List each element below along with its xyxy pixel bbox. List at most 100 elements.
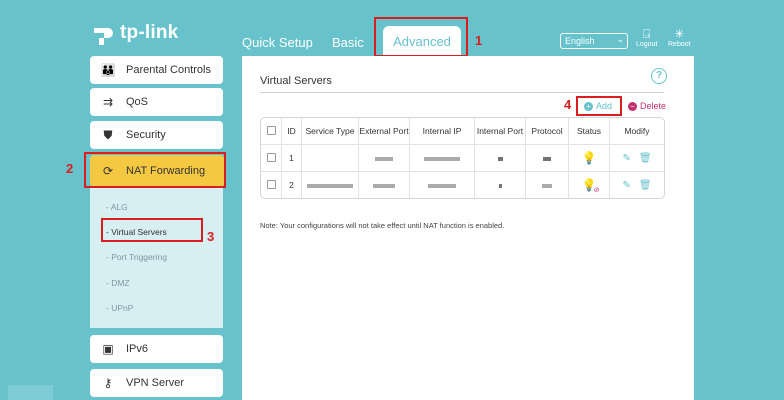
bulb-off-icon[interactable]: 💡 ⊘ [582, 178, 600, 194]
page-title: Virtual Servers [260, 75, 332, 87]
language-select[interactable]: English ⌄ [560, 33, 628, 49]
language-value: English [565, 36, 595, 46]
row-id: 1 [282, 145, 302, 172]
row-checkbox-cell [261, 172, 282, 198]
brand-name: tp-link [120, 22, 179, 43]
row-internal-ip [410, 145, 475, 172]
shield-icon: ⛊ [103, 127, 113, 142]
row-internal-port [475, 172, 526, 198]
redacted-value [375, 156, 393, 161]
sidebar-item-label: Security [126, 129, 166, 141]
highlight-virtual-servers [101, 218, 203, 242]
sidebar-item-label: Parental Controls [126, 64, 211, 76]
trash-icon[interactable]: 🗑 [639, 180, 652, 191]
redacted-value [428, 183, 456, 188]
redacted-value [498, 183, 502, 188]
virtual-servers-table: ID Service Type External Port Internal I… [260, 117, 665, 199]
parental-controls-icon: 👪 [100, 63, 116, 77]
logout-icon: ⍈ [643, 27, 651, 41]
row-id: 2 [282, 172, 302, 198]
row-status: 💡 ⊘ [569, 172, 610, 198]
disabled-icon: ⊘ [593, 187, 600, 194]
sidebar-item-label: VPN Server [126, 377, 185, 389]
subitem-upnp[interactable]: - UPnP [106, 303, 133, 313]
tp-link-logo-icon [90, 20, 116, 46]
table-row: 1 💡 ✎ 🗑 [261, 145, 664, 172]
subitem-alg[interactable]: - ALG [106, 202, 128, 212]
redacted-value [307, 183, 353, 188]
redacted-value [424, 156, 460, 161]
row-external-port [359, 145, 410, 172]
row-external-port [359, 172, 410, 198]
sidebar-item-ipv6[interactable]: ▣ IPv6 [90, 335, 223, 363]
redacted-value [543, 156, 551, 161]
select-all-checkbox[interactable] [266, 125, 276, 135]
bulb-on-icon[interactable]: 💡 [582, 151, 597, 165]
col-external-port: External Port [359, 118, 410, 145]
table-row: 2 💡 ⊘ ✎ 🗑 [261, 172, 664, 198]
ipv6-icon: ▣ [102, 342, 114, 356]
annotation-3: 3 [207, 229, 215, 244]
col-protocol: Protocol [526, 118, 569, 145]
row-checkbox[interactable] [266, 152, 276, 162]
row-service-type [302, 145, 359, 172]
vpn-icon: ⚷ [103, 376, 113, 390]
reboot-label: Reboot [668, 41, 691, 48]
row-status: 💡 [569, 145, 610, 172]
redacted-value [373, 183, 395, 188]
tab-quick-setup[interactable]: Quick Setup [242, 35, 313, 50]
row-protocol [526, 172, 569, 198]
highlight-nat-forwarding [84, 152, 226, 188]
row-checkbox[interactable] [266, 179, 276, 189]
minus-icon: − [628, 101, 637, 111]
annotation-1: 1 [475, 33, 483, 48]
title-divider [260, 92, 664, 93]
row-checkbox-cell [261, 145, 282, 172]
chevron-down-icon: ⌄ [616, 34, 624, 44]
sidebar-item-security[interactable]: ⛊ Security [90, 121, 223, 149]
trash-icon[interactable]: 🗑 [639, 153, 652, 164]
highlight-add-button [576, 96, 622, 116]
tp-link-logo: tp-link [90, 20, 178, 46]
sidebar-item-vpn-server[interactable]: ⚷ VPN Server [90, 369, 223, 397]
reboot-button[interactable]: ✳ Reboot [668, 27, 691, 49]
col-service-type: Service Type [302, 118, 359, 145]
subitem-port-triggering[interactable]: - Port Triggering [106, 252, 167, 262]
row-protocol [526, 145, 569, 172]
help-icon[interactable]: ? [651, 68, 667, 84]
delete-label: Delete [640, 101, 667, 111]
table-header-row: ID Service Type External Port Internal I… [261, 118, 664, 145]
sidebar-item-label: IPv6 [126, 343, 149, 355]
subitem-dmz[interactable]: - DMZ [106, 278, 130, 288]
logout-button[interactable]: ⍈ Logout [636, 27, 658, 49]
col-internal-port: Internal Port [475, 118, 526, 145]
reboot-icon: ✳ [674, 27, 685, 41]
col-id: ID [282, 118, 302, 145]
row-internal-ip [410, 172, 475, 198]
col-modify: Modify [610, 118, 664, 145]
qos-icon: ⇉ [102, 95, 114, 109]
annotation-2: 2 [66, 161, 74, 176]
sidebar-item-qos[interactable]: ⇉ QoS [90, 88, 223, 116]
highlight-advanced-tab [374, 17, 468, 57]
logout-label: Logout [636, 41, 658, 48]
sidebar-item-label: QoS [126, 96, 149, 108]
nat-submenu: - ALG - Virtual Servers - Port Triggerin… [90, 188, 223, 328]
row-modify: ✎ 🗑 [610, 145, 664, 172]
row-service-type [302, 172, 359, 198]
edit-icon[interactable]: ✎ [622, 180, 630, 191]
sidebar-item-parental-controls[interactable]: 👪 Parental Controls [90, 56, 223, 84]
nat-note: Note: Your configurations will not take … [260, 221, 505, 230]
annotation-4: 4 [564, 97, 572, 112]
col-status: Status [569, 118, 610, 145]
col-internal-ip: Internal IP [410, 118, 475, 145]
edit-icon[interactable]: ✎ [622, 153, 630, 164]
delete-button[interactable]: − Delete [628, 101, 666, 111]
background-decoration [8, 385, 53, 400]
redacted-value [497, 156, 503, 161]
redacted-value [542, 183, 552, 188]
tab-basic[interactable]: Basic [332, 35, 364, 50]
row-modify: ✎ 🗑 [610, 172, 664, 198]
row-internal-port [475, 145, 526, 172]
select-all-cell [261, 118, 282, 145]
